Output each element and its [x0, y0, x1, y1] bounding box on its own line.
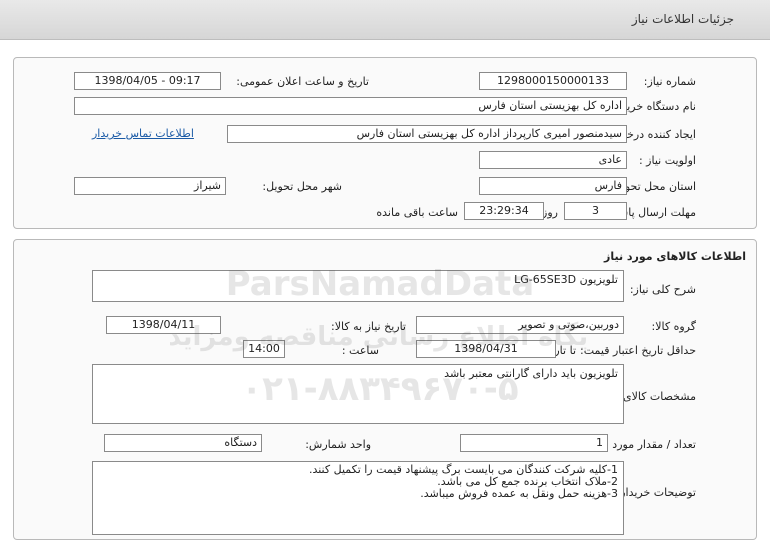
province-field[interactable]: فارس — [479, 177, 627, 195]
qty-field[interactable]: 1 — [460, 434, 608, 452]
buyer-note-line: 3-هزینه حمل ونقل به عمده فروش میباشد. — [420, 487, 618, 500]
general-desc-field[interactable]: تلویزیون LG-65SE3D — [92, 270, 624, 302]
city-label: شهر محل تحویل: — [262, 180, 342, 193]
hour-field[interactable]: 14:00 — [243, 340, 285, 358]
need-info-panel: شماره نیاز: 1298000150000133 تاریخ و ساع… — [13, 57, 757, 229]
city-field[interactable]: شیراز — [74, 177, 226, 195]
unit-field[interactable]: دستگاه — [104, 434, 262, 452]
goods-info-panel: اطلاعات کالاهای مورد نیاز شرح کلی نیاز: … — [13, 239, 757, 540]
remaining-text: ساعت باقی مانده — [376, 206, 458, 219]
until-date-field[interactable]: 1398/04/31 — [416, 340, 556, 358]
group-field[interactable]: دوربین،صوتی و تصویر — [416, 316, 624, 334]
general-desc-label: شرح کلی نیاز: — [629, 283, 696, 296]
creator-field[interactable]: سیدمنصور امیری کارپرداز اداره کل بهزیستی… — [227, 125, 627, 143]
buyer-notes-field[interactable]: 1-کلیه شرکت کنندگان می بایست برگ پیشنهاد… — [92, 461, 624, 535]
need-date-field[interactable]: 1398/04/11 — [106, 316, 221, 334]
announce-field[interactable]: 1398/04/05 - 09:17 — [74, 72, 221, 90]
days-field[interactable]: 3 — [564, 202, 627, 220]
goods-section-title: اطلاعات کالاهای مورد نیاز — [604, 250, 746, 263]
time-remaining-field[interactable]: 23:29:34 — [464, 202, 544, 220]
page-header: جزئیات اطلاعات نیاز — [0, 0, 770, 40]
announce-value: 1398/04/05 - 09:17 — [94, 74, 201, 87]
group-label: گروه کالا: — [651, 320, 696, 333]
priority-label: اولویت نیاز : — [638, 154, 696, 167]
spec-field[interactable]: تلویزیون باید دارای گارانتی معتبر باشد — [92, 364, 624, 424]
unit-label: واحد شمارش: — [305, 438, 371, 451]
buyer-notes-label: توضیحات خریدار: — [616, 486, 697, 499]
need-date-label: تاریخ نیاز به کالا: — [331, 320, 406, 333]
validity-label: حداقل تاریخ اعتبار قیمت: — [580, 344, 696, 357]
page-title: جزئیات اطلاعات نیاز — [631, 12, 734, 26]
hour-label: ساعت : — [341, 344, 379, 357]
need-number-label: شماره نیاز: — [643, 75, 696, 88]
need-number-field[interactable]: 1298000150000133 — [479, 72, 627, 90]
buyer-contact-link[interactable]: اطلاعات تماس خریدار — [92, 127, 194, 140]
buyer-field[interactable]: اداره کل بهزیستی استان فارس — [74, 97, 627, 115]
priority-field[interactable]: عادی — [479, 151, 627, 169]
announce-label: تاریخ و ساعت اعلان عمومی: — [236, 75, 369, 88]
